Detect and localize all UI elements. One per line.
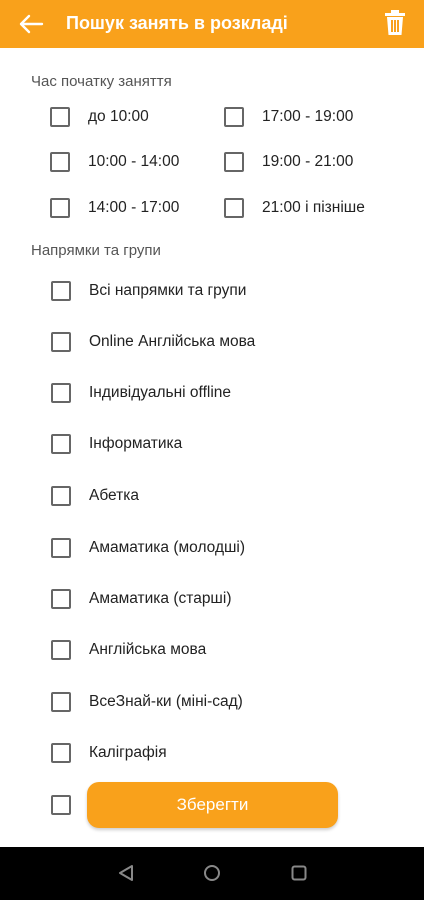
group-option-amamatika-junior[interactable]: Амаматика (молодші) xyxy=(51,538,245,558)
trash-icon[interactable] xyxy=(384,10,406,36)
arrow-left-icon[interactable] xyxy=(18,12,44,36)
home-circle-icon[interactable] xyxy=(203,864,221,882)
group-option-calligraphy[interactable]: Каліграфія xyxy=(51,743,167,763)
option-label: ВсеЗнай-ки (міні-сад) xyxy=(89,693,243,710)
option-label: Амаматика (старші) xyxy=(89,590,232,607)
recents-square-icon[interactable] xyxy=(290,864,308,882)
checkbox[interactable] xyxy=(51,486,71,506)
option-label: Online Англійська мова xyxy=(89,333,256,350)
group-option-amamatika-senior[interactable]: Амаматика (старші) xyxy=(51,589,231,609)
option-label: 14:00 - 17:00 xyxy=(88,199,180,216)
checkbox[interactable] xyxy=(224,152,244,172)
checkbox[interactable] xyxy=(51,538,71,558)
group-option-abetka[interactable]: Абетка xyxy=(51,486,139,506)
page-title: Пошук занять в розкладі xyxy=(66,13,288,33)
group-option-individual-offline[interactable]: Індивідуальні offline xyxy=(51,383,231,403)
time-section-title: Час початку заняття xyxy=(31,73,172,90)
checkbox[interactable] xyxy=(51,795,71,815)
checkbox[interactable] xyxy=(224,107,244,127)
option-label: Каліграфія xyxy=(89,744,167,761)
time-option-17-19[interactable]: 17:00 - 19:00 xyxy=(224,107,353,127)
option-label: Інформатика xyxy=(89,435,183,452)
time-option-before-10[interactable]: до 10:00 xyxy=(50,107,149,127)
time-option-10-14[interactable]: 10:00 - 14:00 xyxy=(50,152,179,172)
system-nav-bar xyxy=(0,847,424,900)
group-option-online-english[interactable]: Online Англійська мова xyxy=(51,332,255,352)
group-option-vseznaiky[interactable]: ВсеЗнай-ки (міні-сад) xyxy=(51,692,243,712)
checkbox[interactable] xyxy=(50,107,70,127)
group-option-english[interactable]: Англійська мова xyxy=(51,640,206,660)
option-label: Всі напрямки та групи xyxy=(89,282,247,299)
time-option-14-17[interactable]: 14:00 - 17:00 xyxy=(50,198,179,218)
checkbox[interactable] xyxy=(51,434,71,454)
option-label: Індивідуальні offline xyxy=(89,384,231,401)
option-label: Абетка xyxy=(89,487,139,504)
checkbox[interactable] xyxy=(51,332,71,352)
checkbox[interactable] xyxy=(51,383,71,403)
option-label: Англійська мова xyxy=(89,641,207,658)
group-option-informatics[interactable]: Інформатика xyxy=(51,434,182,454)
group-option-hidden[interactable] xyxy=(51,795,89,815)
app-bar: Пошук занять в розкладі xyxy=(0,0,424,48)
option-label: до 10:00 xyxy=(88,108,149,125)
option-label: Амаматика (молодші) xyxy=(89,539,246,556)
checkbox[interactable] xyxy=(50,198,70,218)
option-label: 19:00 - 21:00 xyxy=(262,153,354,170)
back-triangle-icon[interactable] xyxy=(117,864,135,882)
option-label: 21:00 і пізніше xyxy=(262,199,365,216)
checkbox[interactable] xyxy=(51,589,71,609)
time-option-21-later[interactable]: 21:00 і пізніше xyxy=(224,198,365,218)
checkbox[interactable] xyxy=(51,743,71,763)
group-option-all[interactable]: Всі напрямки та групи xyxy=(51,281,246,301)
save-button[interactable]: Зберегти xyxy=(87,782,338,828)
checkbox[interactable] xyxy=(50,152,70,172)
option-label: 17:00 - 19:00 xyxy=(262,108,354,125)
groups-section-title: Напрямки та групи xyxy=(31,242,161,259)
option-label: 10:00 - 14:00 xyxy=(88,153,180,170)
checkbox[interactable] xyxy=(51,692,71,712)
time-option-19-21[interactable]: 19:00 - 21:00 xyxy=(224,152,353,172)
checkbox[interactable] xyxy=(51,281,71,301)
checkbox[interactable] xyxy=(224,198,244,218)
checkbox[interactable] xyxy=(51,640,71,660)
